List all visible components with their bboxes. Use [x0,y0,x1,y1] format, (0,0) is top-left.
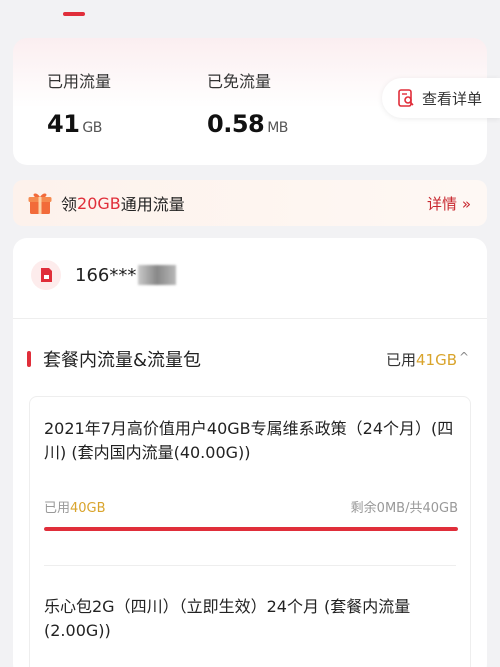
phone-plan-card: 166*** 套餐内流量&流量包 已用41GB ^ 2021年7月高价值用户40… [13,238,487,667]
view-details-label: 查看详单 [422,89,483,108]
section-used-prefix: 已用 [385,350,416,369]
plan-remaining: 剩余0MB/共40GB [350,501,458,516]
plan-item[interactable]: 乐心包2G（四川）（立即生效）24个月 (套餐内流量(2.00G)) [44,595,458,643]
plan-divider [44,565,456,566]
plan-progress-bar [44,527,458,531]
free-traffic-number: 0.58 [207,110,265,138]
promo-suffix: 通用流量 [120,195,185,214]
promo-highlight: 20GB [77,193,121,213]
chevron-up-icon[interactable]: ^ [459,350,469,364]
document-search-icon [398,89,414,107]
free-traffic-label: 已免流量 [207,72,272,91]
view-details-button[interactable]: 查看详单 [382,78,500,118]
plan-used-value: 40GB [70,501,106,516]
section-accent-bar [27,351,31,367]
plan-name: 2021年7月高价值用户40GB专属维系政策（24个月）(四川) (套内国内流量… [44,419,454,462]
promo-details-link[interactable]: 详情 » [427,193,471,214]
promo-banner[interactable]: 领 20GB 通用流量 详情 » [13,180,487,226]
free-traffic-unit: MB [267,120,288,136]
gift-icon [28,193,52,214]
phone-number-mask [138,265,177,285]
plan-name: 乐心包2G（四川）（立即生效）24个月 (套餐内流量(2.00G)) [44,597,411,640]
used-traffic-unit: GB [82,120,102,136]
plan-used-prefix: 已用 [44,501,71,516]
used-traffic-label: 已用流量 [47,72,112,91]
used-traffic-stat: 已用流量 41 GB [47,68,111,138]
section-used-total: 已用41GB [386,349,457,370]
active-tab-indicator [63,12,85,16]
plan-item[interactable]: 2021年7月高价值用户40GB专属维系政策（24个月）(四川) (套内国内流量… [44,417,458,531]
free-traffic-value: 0.58 MB [207,110,288,138]
package-section-header[interactable]: 套餐内流量&流量包 已用41GB ^ [27,346,487,372]
promo-prefix: 领 [61,195,78,214]
section-title: 套餐内流量&流量包 [43,350,202,371]
sim-card-icon [31,260,61,290]
usage-summary-card: 已用流量 41 GB 已免流量 0.58 MB 查看详单 [13,38,500,165]
used-traffic-number: 41 [47,110,80,138]
plan-progress-fill [44,527,458,531]
free-traffic-stat: 已免流量 0.58 MB [207,68,288,138]
plan-list: 2021年7月高价值用户40GB专属维系政策（24个月）(四川) (套内国内流量… [29,396,471,667]
plan-usage-meta: 已用40GB 剩余0MB/共40GB [44,497,458,517]
phone-number: 166*** [75,264,137,286]
phone-row: 166*** [31,260,177,290]
section-used-value: 41GB [415,350,457,369]
card-divider [13,318,487,319]
used-traffic-value: 41 GB [47,110,111,138]
